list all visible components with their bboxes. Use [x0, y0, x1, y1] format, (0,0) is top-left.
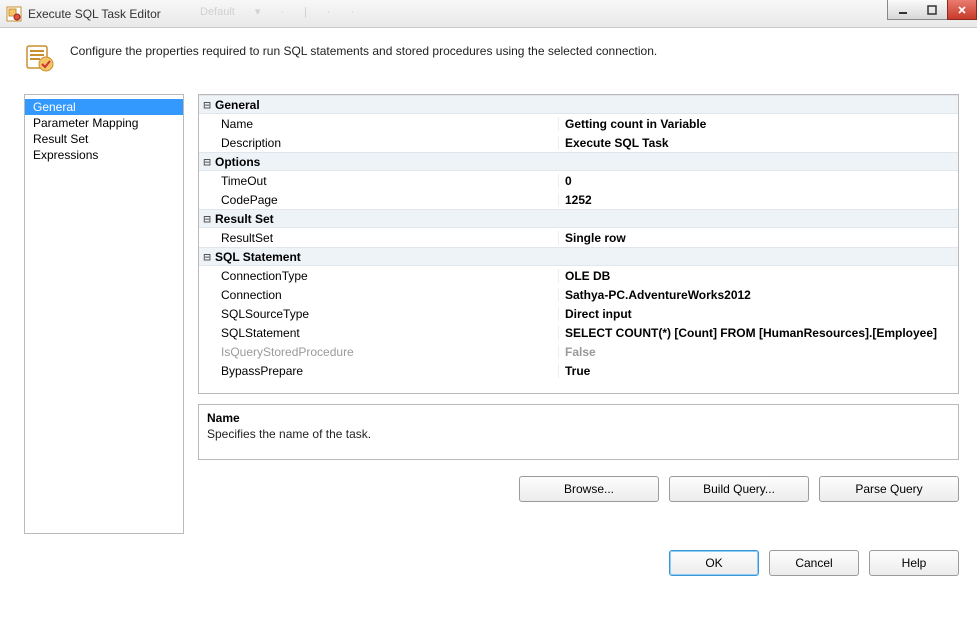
- cancel-button[interactable]: Cancel: [769, 550, 859, 576]
- window-title: Execute SQL Task Editor: [28, 7, 161, 21]
- prop-category-sql-statement[interactable]: ⊟SQL Statement: [199, 247, 958, 266]
- prop-category-label: SQL Statement: [213, 250, 301, 264]
- prop-key: Connection: [199, 288, 559, 302]
- prop-category-options[interactable]: ⊟Options: [199, 152, 958, 171]
- prop-value[interactable]: SELECT COUNT(*) [Count] FROM [HumanResou…: [559, 326, 958, 340]
- description-panel: Name Specifies the name of the task.: [198, 404, 959, 460]
- prop-value[interactable]: 1252: [559, 193, 958, 207]
- description-title: Name: [207, 411, 950, 425]
- prop-value[interactable]: Execute SQL Task: [559, 136, 958, 150]
- prop-row-bypassprepare[interactable]: BypassPrepareTrue: [199, 361, 958, 380]
- parse-query-button[interactable]: Parse Query: [819, 476, 959, 502]
- collapse-icon[interactable]: ⊟: [199, 250, 213, 264]
- collapse-icon[interactable]: ⊟: [199, 155, 213, 169]
- prop-value[interactable]: Sathya-PC.AdventureWorks2012: [559, 288, 958, 302]
- prop-key: TimeOut: [199, 174, 559, 188]
- titlebar: Execute SQL Task Editor Default ▾·|··: [0, 0, 977, 28]
- collapse-icon[interactable]: ⊟: [199, 212, 213, 226]
- prop-key: SQLSourceType: [199, 307, 559, 321]
- close-button[interactable]: [947, 0, 977, 20]
- app-icon: [6, 6, 22, 22]
- action-button-row: Browse... Build Query... Parse Query: [198, 476, 959, 502]
- prop-value[interactable]: 0: [559, 174, 958, 188]
- prop-row-description[interactable]: DescriptionExecute SQL Task: [199, 133, 958, 152]
- prop-value[interactable]: Getting count in Variable: [559, 117, 958, 131]
- prop-row-resultset[interactable]: ResultSetSingle row: [199, 228, 958, 247]
- description-body: Specifies the name of the task.: [207, 427, 950, 441]
- nav-item-result-set[interactable]: Result Set: [25, 131, 183, 147]
- prop-key: Description: [199, 136, 559, 150]
- window-controls: [887, 0, 977, 20]
- help-button[interactable]: Help: [869, 550, 959, 576]
- nav-panel: GeneralParameter MappingResult SetExpres…: [24, 94, 184, 534]
- prop-category-label: General: [213, 98, 260, 112]
- prop-key: IsQueryStoredProcedure: [199, 345, 559, 359]
- prop-key: ConnectionType: [199, 269, 559, 283]
- ok-button[interactable]: OK: [669, 550, 759, 576]
- prop-row-connection[interactable]: ConnectionSathya-PC.AdventureWorks2012: [199, 285, 958, 304]
- prop-category-general[interactable]: ⊟General: [199, 95, 958, 114]
- prop-key: ResultSet: [199, 231, 559, 245]
- prop-key: Name: [199, 117, 559, 131]
- prop-value[interactable]: True: [559, 364, 958, 378]
- prop-key: SQLStatement: [199, 326, 559, 340]
- build-query-button[interactable]: Build Query...: [669, 476, 809, 502]
- prop-row-sqlsourcetype[interactable]: SQLSourceTypeDirect input: [199, 304, 958, 323]
- maximize-button[interactable]: [917, 0, 947, 20]
- prop-category-label: Result Set: [213, 212, 274, 226]
- prop-row-sqlstatement[interactable]: SQLStatementSELECT COUNT(*) [Count] FROM…: [199, 323, 958, 342]
- prop-row-name[interactable]: NameGetting count in Variable: [199, 114, 958, 133]
- background-toolbar-hint: Default ▾·|··: [200, 5, 354, 18]
- collapse-icon[interactable]: ⊟: [199, 98, 213, 112]
- prop-value: False: [559, 345, 958, 359]
- prop-value[interactable]: OLE DB: [559, 269, 958, 283]
- nav-item-parameter-mapping[interactable]: Parameter Mapping: [25, 115, 183, 131]
- property-grid: ⊟GeneralNameGetting count in VariableDes…: [198, 94, 959, 394]
- prop-row-codepage[interactable]: CodePage1252: [199, 190, 958, 209]
- minimize-button[interactable]: [887, 0, 917, 20]
- task-icon: [24, 42, 56, 74]
- prop-key: CodePage: [199, 193, 559, 207]
- prop-value[interactable]: Single row: [559, 231, 958, 245]
- footer-button-row: OK Cancel Help: [0, 534, 977, 576]
- prop-value[interactable]: Direct input: [559, 307, 958, 321]
- prop-category-result-set[interactable]: ⊟Result Set: [199, 209, 958, 228]
- prop-category-label: Options: [213, 155, 260, 169]
- prop-key: BypassPrepare: [199, 364, 559, 378]
- nav-item-general[interactable]: General: [25, 99, 183, 115]
- prop-row-connectiontype[interactable]: ConnectionTypeOLE DB: [199, 266, 958, 285]
- header-description: Configure the properties required to run…: [70, 42, 657, 58]
- prop-row-timeout[interactable]: TimeOut0: [199, 171, 958, 190]
- nav-item-expressions[interactable]: Expressions: [25, 147, 183, 163]
- header: Configure the properties required to run…: [0, 28, 977, 94]
- prop-row-isquerystoredprocedure: IsQueryStoredProcedureFalse: [199, 342, 958, 361]
- browse-button[interactable]: Browse...: [519, 476, 659, 502]
